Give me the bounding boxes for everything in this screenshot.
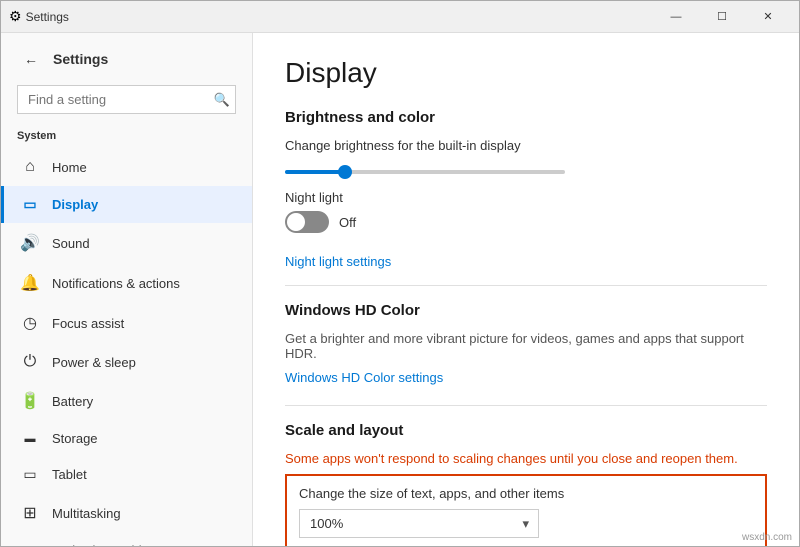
sidebar-item-multitasking[interactable]: ⊞ Multitasking: [1, 493, 252, 533]
page-title: Display: [285, 57, 767, 89]
night-light-toggle[interactable]: [285, 211, 329, 233]
brightness-slider[interactable]: [285, 170, 565, 174]
titlebar: ⚙ Settings — ☐ ✕: [1, 1, 799, 33]
maximize-button[interactable]: ☐: [699, 1, 745, 33]
battery-icon: 🔋: [20, 391, 40, 411]
watermark: wsxdn.com: [742, 532, 792, 543]
divider-2: [285, 405, 767, 406]
sidebar-item-tablet[interactable]: ▭ Tablet: [1, 456, 252, 493]
sidebar-item-storage[interactable]: ▬ Storage: [1, 421, 252, 456]
scale-dropdown-wrapper: 100% 125% 150% 175%: [299, 509, 539, 538]
scale-title: Scale and layout: [285, 422, 767, 439]
focus-icon: ◷: [20, 313, 40, 333]
hd-color-title: Windows HD Color: [285, 302, 767, 319]
search-input[interactable]: [17, 85, 236, 114]
hd-color-description: Get a brighter and more vibrant picture …: [285, 331, 767, 361]
window-content: ← Settings 🔍 System ⌂ Home ▭ Display 🔊 S…: [1, 33, 799, 546]
back-button[interactable]: ←: [17, 45, 45, 73]
sidebar-item-label: Battery: [52, 394, 93, 409]
projecting-icon: ▷: [20, 544, 40, 547]
hd-color-section: Windows HD Color Get a brighter and more…: [285, 302, 767, 385]
sidebar-item-label: Tablet: [52, 467, 87, 482]
back-icon: ←: [24, 51, 38, 67]
scale-dropdown[interactable]: 100% 125% 150% 175%: [299, 509, 539, 538]
night-light-settings-link[interactable]: Night light settings: [285, 254, 391, 269]
window-controls: — ☐ ✕: [653, 1, 791, 33]
sound-icon: 🔊: [20, 233, 40, 253]
night-light-state: Off: [339, 215, 356, 230]
sidebar-item-notifications[interactable]: 🔔 Notifications & actions: [1, 263, 252, 303]
close-button[interactable]: ✕: [745, 1, 791, 33]
main-content: Display Brightness and color Change brig…: [253, 33, 799, 546]
tablet-icon: ▭: [20, 466, 40, 483]
sidebar-item-sound[interactable]: 🔊 Sound: [1, 223, 252, 263]
divider-1: [285, 285, 767, 286]
power-icon: ⏻: [20, 353, 40, 371]
sidebar-top: ← Settings: [1, 33, 252, 81]
change-size-label: Change the size of text, apps, and other…: [299, 486, 753, 501]
settings-window: ⚙ Settings — ☐ ✕ ← Settings 🔍 System ⌂: [0, 0, 800, 547]
sidebar-item-battery[interactable]: 🔋 Battery: [1, 381, 252, 421]
scale-warning: Some apps won't respond to scaling chang…: [285, 451, 767, 466]
sidebar-search: 🔍: [17, 85, 236, 114]
night-light-label-text: Night light: [285, 190, 767, 205]
display-icon: ▭: [20, 196, 40, 213]
sidebar-item-label: Storage: [52, 431, 98, 446]
sidebar-item-label: Focus assist: [52, 316, 124, 331]
settings-icon: ⚙: [9, 8, 22, 25]
sidebar-item-label: Home: [52, 160, 87, 175]
minimize-button[interactable]: —: [653, 1, 699, 33]
sidebar-item-label: Power & sleep: [52, 355, 136, 370]
notifications-icon: 🔔: [20, 273, 40, 293]
sidebar-item-projecting[interactable]: ▷ Projecting to this PC: [1, 533, 252, 546]
home-icon: ⌂: [20, 158, 40, 176]
search-icon[interactable]: 🔍: [214, 92, 230, 108]
brightness-label: Change brightness for the built-in displ…: [285, 138, 767, 153]
scale-section: Scale and layout Some apps won't respond…: [285, 422, 767, 546]
sidebar-item-label: Display: [52, 197, 98, 212]
sidebar-item-label: Notifications & actions: [52, 276, 180, 291]
scale-box: Change the size of text, apps, and other…: [285, 474, 767, 546]
sidebar-item-label: Sound: [52, 236, 90, 251]
multitasking-icon: ⊞: [20, 503, 40, 523]
sidebar-item-label: Multitasking: [52, 506, 121, 521]
sidebar-section-label: System: [1, 126, 252, 148]
night-light-row: Off: [285, 211, 767, 233]
brightness-section: Brightness and color Change brightness f…: [285, 109, 767, 233]
sidebar-item-home[interactable]: ⌂ Home: [1, 148, 252, 186]
storage-icon: ▬: [20, 433, 40, 445]
sidebar-item-display[interactable]: ▭ Display: [1, 186, 252, 223]
titlebar-title: Settings: [26, 10, 69, 24]
sidebar: ← Settings 🔍 System ⌂ Home ▭ Display 🔊 S…: [1, 33, 253, 546]
sidebar-item-power[interactable]: ⏻ Power & sleep: [1, 343, 252, 381]
hd-color-link[interactable]: Windows HD Color settings: [285, 370, 443, 385]
sidebar-item-label: Projecting to this PC: [52, 543, 170, 546]
brightness-title: Brightness and color: [285, 109, 767, 126]
sidebar-item-focus[interactable]: ◷ Focus assist: [1, 303, 252, 343]
sidebar-app-title: Settings: [53, 51, 108, 67]
